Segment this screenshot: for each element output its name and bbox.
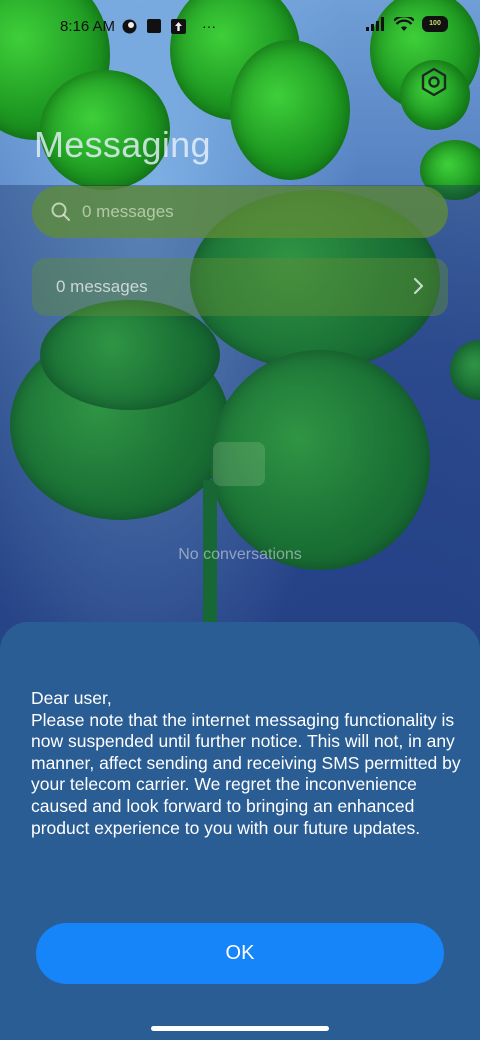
- search-bar[interactable]: 0 messages: [32, 186, 448, 238]
- more-notifications-icon: ···: [202, 18, 216, 34]
- battery-icon: 100: [422, 16, 448, 32]
- wifi-icon: [394, 16, 414, 31]
- page-title: Messaging: [34, 124, 211, 165]
- status-time: 8:16 AM: [60, 18, 116, 35]
- messages-row[interactable]: 0 messages: [32, 258, 448, 316]
- status-notification-icons: ···: [122, 18, 216, 34]
- chevron-right-icon: [413, 277, 424, 295]
- settings-icon[interactable]: [418, 66, 450, 98]
- upload-icon: [171, 18, 186, 34]
- signal-icon: [366, 17, 384, 31]
- status-bar: 8:16 AM ··· 100: [0, 0, 480, 56]
- notice-message: Dear user, Please note that the internet…: [31, 688, 461, 838]
- empty-conversations-text: No conversations: [178, 546, 302, 563]
- empty-conversations-icon: [213, 442, 265, 486]
- ok-button[interactable]: OK: [36, 923, 444, 984]
- home-indicator[interactable]: [151, 1026, 329, 1031]
- status-system-icons: 100: [366, 16, 448, 32]
- clover-leaf: [230, 40, 350, 180]
- app-icon: [147, 19, 161, 33]
- search-icon: [51, 202, 70, 221]
- messages-row-label: 0 messages: [56, 277, 148, 296]
- search-placeholder: 0 messages: [82, 202, 174, 221]
- notification-icon: [122, 19, 137, 33]
